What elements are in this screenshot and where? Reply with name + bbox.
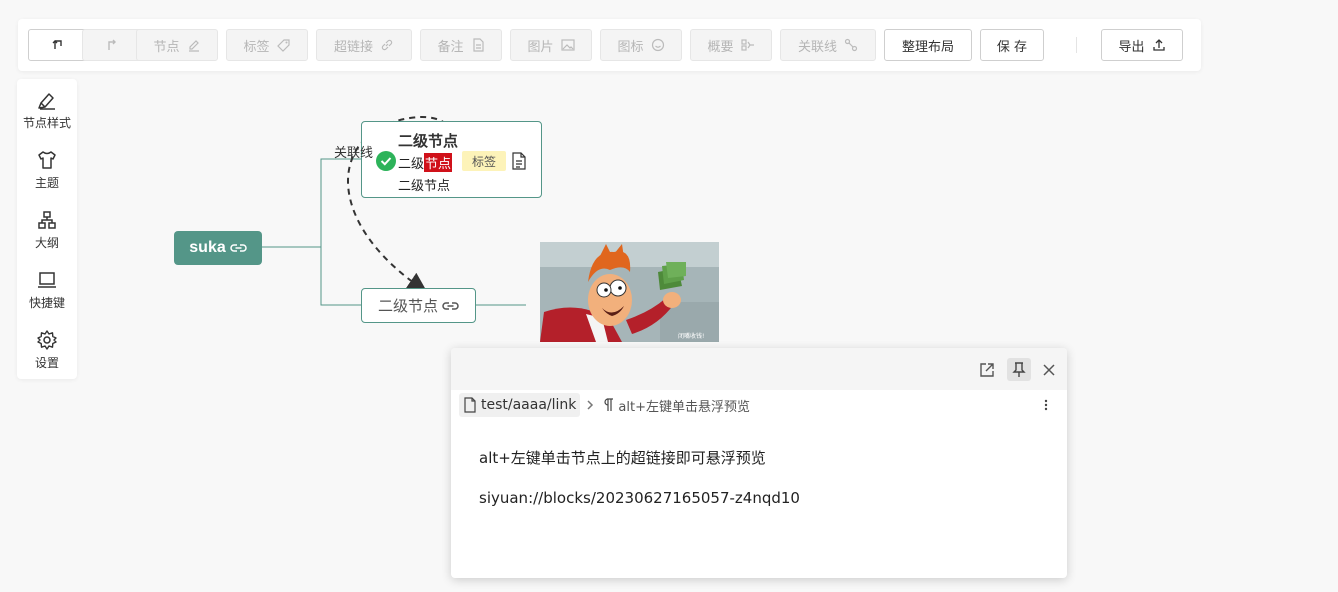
close-button[interactable] bbox=[1037, 358, 1061, 381]
check-icon bbox=[376, 151, 396, 171]
preview-paragraph: alt+左键单击节点上的超链接即可悬浮预览 bbox=[479, 449, 766, 467]
node-text-prefix: 二级 bbox=[398, 157, 425, 172]
open-external-button[interactable] bbox=[975, 358, 999, 381]
popover-header bbox=[451, 348, 1067, 390]
paragraph-icon bbox=[604, 398, 614, 411]
breadcrumb: test/aaaa/link alt+左键单击悬浮预览 bbox=[459, 393, 750, 417]
breadcrumb-block[interactable]: alt+左键单击悬浮预览 bbox=[602, 396, 750, 415]
branch-line bbox=[262, 158, 361, 248]
breadcrumb-block-label: alt+左键单击悬浮预览 bbox=[618, 399, 750, 415]
breadcrumb-doc[interactable]: test/aaaa/link bbox=[459, 393, 581, 417]
association-label[interactable]: 关联线 bbox=[334, 142, 373, 161]
link-icon[interactable] bbox=[230, 241, 247, 255]
node-text-highlight: 节点 bbox=[424, 153, 453, 172]
meme-caption: 闭嘴收钱! bbox=[678, 332, 704, 340]
branch-line bbox=[320, 247, 361, 306]
app-root: 节点 标签 超链接 备注 图片 图标 概要 关联线 整理布局 保 存 导出 节点… bbox=[0, 0, 1338, 592]
document-icon bbox=[464, 397, 476, 413]
node-text: 二级节点 bbox=[377, 297, 438, 315]
close-icon bbox=[1043, 363, 1055, 376]
hover-preview-popover: test/aaaa/link alt+左键单击悬浮预览 alt+左键单击节点上的… bbox=[451, 348, 1067, 578]
meme-image: 闭嘴收钱! bbox=[540, 242, 719, 342]
open-external-icon bbox=[980, 362, 994, 377]
second-level-node-2[interactable]: 二级节点 bbox=[361, 288, 476, 323]
link-icon[interactable] bbox=[442, 299, 459, 313]
pin-button[interactable] bbox=[1007, 358, 1031, 381]
node-subtext: 二级节点 bbox=[398, 179, 451, 194]
second-level-node[interactable]: 二级节点 二级 节点 标签 二级节点 bbox=[361, 121, 542, 198]
chevron-right-icon bbox=[587, 400, 594, 410]
breadcrumb-doc-label: test/aaaa/link bbox=[481, 397, 577, 413]
node-title: 二级节点 bbox=[398, 132, 459, 150]
more-vertical-icon[interactable] bbox=[1041, 397, 1051, 413]
node-image[interactable]: 闭嘴收钱! bbox=[540, 242, 719, 342]
node-rich-text: 二级 节点 bbox=[398, 153, 453, 172]
root-node[interactable]: suka bbox=[174, 231, 262, 265]
root-node-text: suka bbox=[189, 239, 226, 256]
pin-icon bbox=[1012, 361, 1026, 377]
note-icon[interactable] bbox=[510, 151, 528, 171]
preview-link-text: siyuan://blocks/20230627165057-z4nqd10 bbox=[479, 489, 800, 507]
node-tag[interactable]: 标签 bbox=[462, 151, 506, 171]
